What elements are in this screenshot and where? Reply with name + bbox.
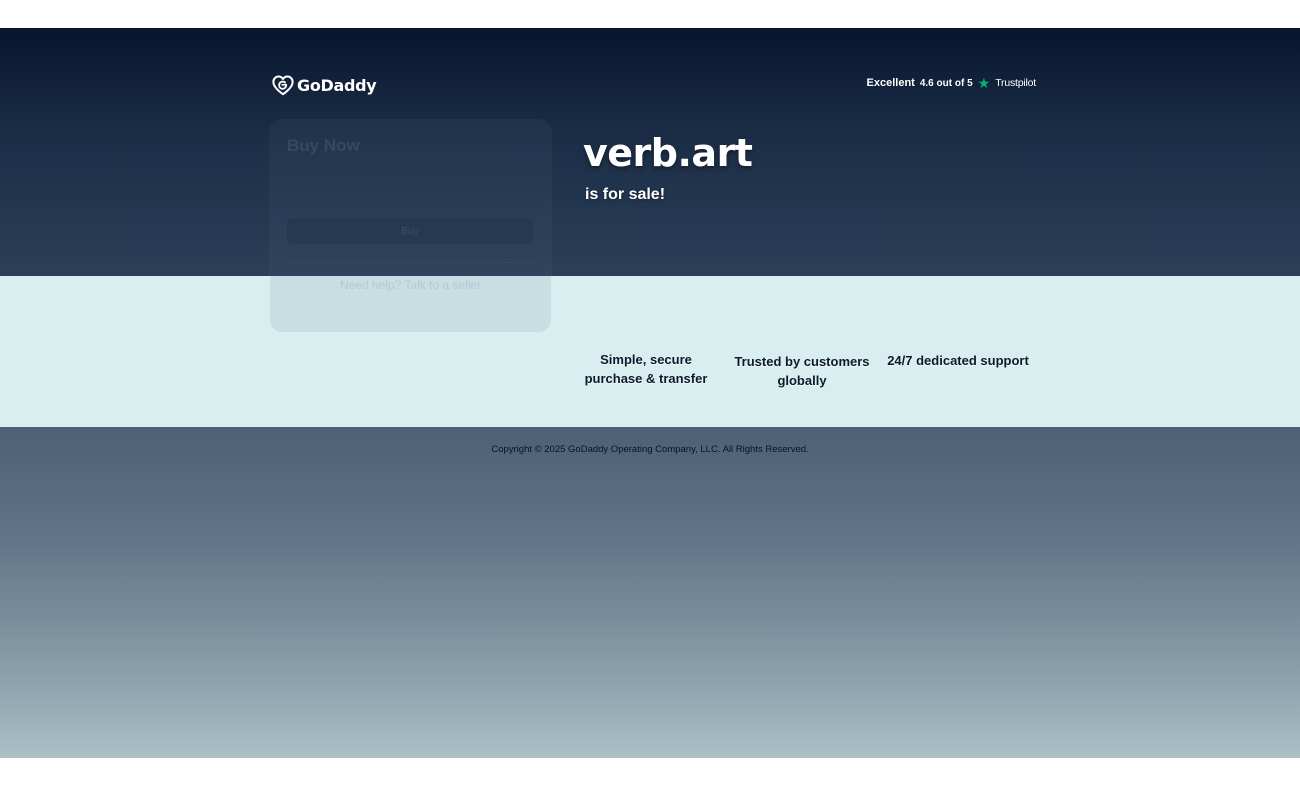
benefit-trusted-customers: Trusted by customers globally — [727, 352, 877, 390]
seller-help-text[interactable]: Need help? Talk to a seller — [270, 278, 551, 292]
godaddy-heart-icon — [272, 75, 294, 96]
benefit-text: Trusted by customers globally — [734, 354, 870, 388]
footer: Copyright © 2025 GoDaddy Operating Compa… — [0, 427, 1300, 758]
buy-now-card: Buy Now Buy Need help? Talk to a seller — [270, 120, 551, 332]
godaddy-logo-link[interactable]: GoDaddy — [272, 74, 377, 96]
star-icon: ★ — [977, 75, 991, 91]
card-title: Buy Now — [287, 136, 360, 155]
logo-wordmark: GoDaddy — [297, 75, 377, 95]
trustpilot-rating[interactable]: Excellent 4.6 out of 5 ★ Trustpilot — [866, 75, 1037, 91]
domain-name-heading: verb.art — [583, 131, 753, 175]
trustpilot-brand: Trustpilot — [995, 77, 1036, 89]
hero-section: GoDaddy Excellent 4.6 out of 5 ★ Trustpi… — [0, 28, 1300, 276]
page: GoDaddy Excellent 4.6 out of 5 ★ Trustpi… — [0, 28, 1300, 758]
buy-button[interactable]: Buy — [287, 218, 533, 244]
trustpilot-score: 4.6 out of 5 — [919, 77, 973, 89]
trustpilot-rating-word: Excellent — [866, 77, 915, 89]
benefit-text: 24/7 dedicated support — [887, 353, 1029, 368]
benefit-text: Simple, secure purchase & transfer — [584, 352, 708, 386]
benefits-section: Simple, secure purchase & transfer Trust… — [0, 276, 1300, 427]
copyright-text: Copyright © 2025 GoDaddy Operating Compa… — [491, 444, 809, 455]
for-sale-subtitle: is for sale! — [585, 186, 666, 203]
benefit-secure-transfer: Simple, secure purchase & transfer — [571, 350, 721, 388]
benefit-support: 24/7 dedicated support — [880, 351, 1036, 370]
card-divider — [287, 262, 533, 263]
